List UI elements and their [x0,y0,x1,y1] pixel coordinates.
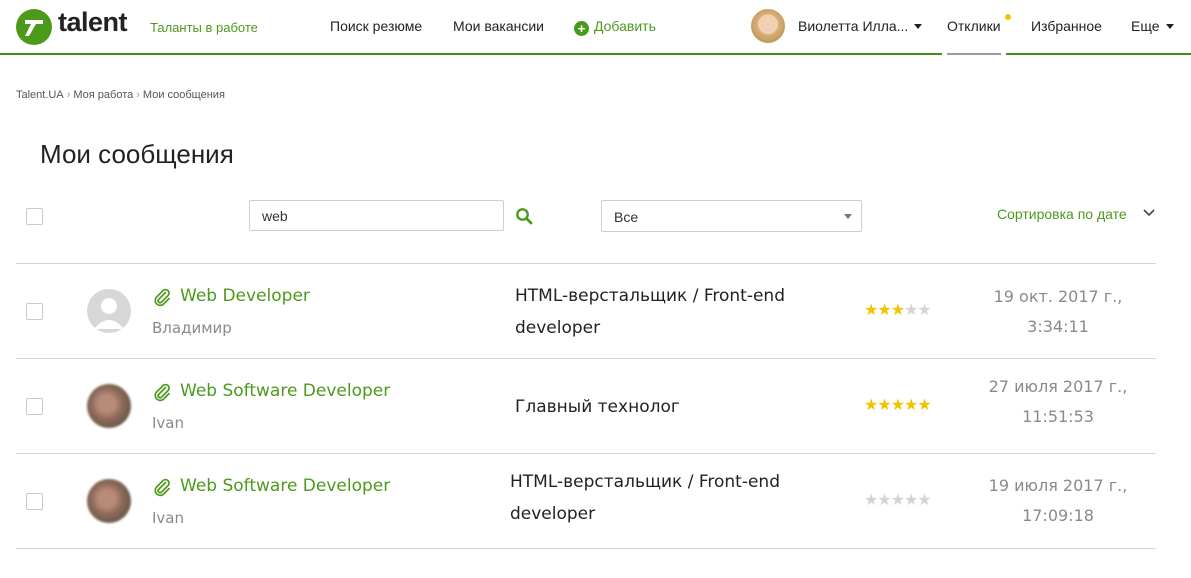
tagline: Таланты в работе [150,20,258,35]
nav-search-resumes[interactable]: Поиск резюме [330,18,422,34]
paperclip-icon [154,383,170,402]
logo-text[interactable]: talent [58,7,128,38]
breadcrumb-item[interactable]: Talent.UA [16,89,64,101]
row-checkbox[interactable] [26,398,43,415]
search-input[interactable] [249,200,504,231]
list-divider [16,548,1156,549]
caret-down-icon [1165,24,1174,29]
message-row[interactable]: Web Software Developer Ivan HTML-верстал… [0,454,1191,549]
sort-dropdown[interactable]: Сортировка по дате [997,206,1127,222]
talent-logo-icon[interactable] [16,9,52,45]
resume-title-line: Главный технолог [515,397,680,417]
plus-icon: + [574,21,589,36]
date-line: 19 окт. 2017 г., [993,287,1123,306]
rating-stars: ★★★★★ [864,302,932,319]
select-all-checkbox[interactable] [26,208,43,225]
user-name: Виолетта Илла... [798,18,909,34]
rating-stars: ★★★★★ [864,397,932,414]
paperclip-icon [154,478,170,497]
nav-add-label: Добавить [594,18,656,34]
star-icon: ★ [877,492,891,509]
vacancy-title-link[interactable]: Web Software Developer [180,381,390,401]
resume-title-line: HTML-верстальщик / Front-end [515,286,785,306]
star-icon: ★ [890,397,905,414]
breadcrumb-separator: › [66,89,71,101]
row-checkbox[interactable] [26,493,43,510]
star-icon: ★ [917,302,931,319]
breadcrumb: Talent.UA › Моя работа › Мои сообщения [16,89,225,101]
user-menu[interactable]: Виолетта Илла... [798,18,923,34]
message-row[interactable]: Web Developer Владимир HTML-верстальщик … [0,264,1191,359]
dropdown-arrow-icon [844,214,852,219]
default-avatar [87,289,131,333]
sender-name: Владимир [152,319,232,337]
star-icon: ★ [917,397,931,414]
photo-avatar [87,384,131,428]
resume-title-line: developer [515,318,601,338]
nav-add-button[interactable]: + Добавить [574,18,656,36]
star-icon: ★ [864,302,878,319]
message-date: 19 июля 2017 г., 17:09:18 [978,471,1138,531]
star-icon: ★ [890,302,905,319]
active-tab-indicator [947,53,1001,55]
resume-title[interactable]: HTML-верстальщик / Front-end developer [510,466,830,530]
photo-avatar [87,479,131,523]
rating-stars: ★★★★★ [864,492,932,509]
header-underline-right [1006,53,1191,55]
time-line: 11:51:53 [1022,407,1094,426]
star-icon: ★ [890,492,905,509]
star-icon: ★ [904,492,918,509]
resume-title[interactable]: HTML-верстальщик / Front-end developer [515,280,835,344]
message-date: 19 окт. 2017 г., 3:34:11 [978,282,1138,342]
star-icon: ★ [917,492,931,509]
filter-select-value: Все [614,209,639,225]
header-underline [0,53,942,55]
nav-more-label: Еще [1131,18,1160,34]
resume-title-line: developer [510,504,596,524]
nav-favorites[interactable]: Избранное [1031,18,1102,34]
star-icon: ★ [904,302,918,319]
star-icon: ★ [864,492,878,509]
search-icon[interactable] [515,207,533,225]
vacancy-title-link[interactable]: Web Software Developer [180,476,390,496]
star-icon: ★ [864,397,878,414]
date-line: 19 июля 2017 г., [988,476,1128,495]
star-icon: ★ [877,397,891,414]
user-avatar[interactable] [751,9,785,43]
time-line: 17:09:18 [1022,506,1094,525]
vacancy-title-link[interactable]: Web Developer [180,286,310,306]
chevron-down-icon[interactable] [1143,209,1155,217]
nav-my-vacancies[interactable]: Мои вакансии [453,18,544,34]
sender-name: Ivan [152,414,184,432]
breadcrumb-item-current: Мои сообщения [142,89,225,101]
date-line: 27 июля 2017 г., [988,377,1128,396]
breadcrumb-item[interactable]: Моя работа [73,89,133,101]
message-date: 27 июля 2017 г., 11:51:53 [978,372,1138,432]
filter-select[interactable]: Все [601,200,862,232]
page-title: Мои сообщения [40,139,234,169]
nav-more[interactable]: Еще [1131,18,1174,34]
star-icon: ★ [877,302,891,319]
resume-title[interactable]: Главный технолог [515,391,835,423]
star-icon: ★ [904,397,918,414]
notification-dot [1005,14,1011,20]
breadcrumb-separator: › [136,89,140,101]
top-header: talent Таланты в работе Поиск резюме Мои… [0,0,1191,56]
resume-title-line: HTML-верстальщик / Front-end [510,472,780,492]
nav-responses[interactable]: Отклики [947,18,1001,34]
time-line: 3:34:11 [1027,317,1089,336]
row-checkbox[interactable] [26,303,43,320]
sender-name: Ivan [152,509,184,527]
paperclip-icon [154,288,170,307]
caret-down-icon [914,24,923,29]
message-row[interactable]: Web Software Developer Ivan Главный техн… [0,359,1191,454]
